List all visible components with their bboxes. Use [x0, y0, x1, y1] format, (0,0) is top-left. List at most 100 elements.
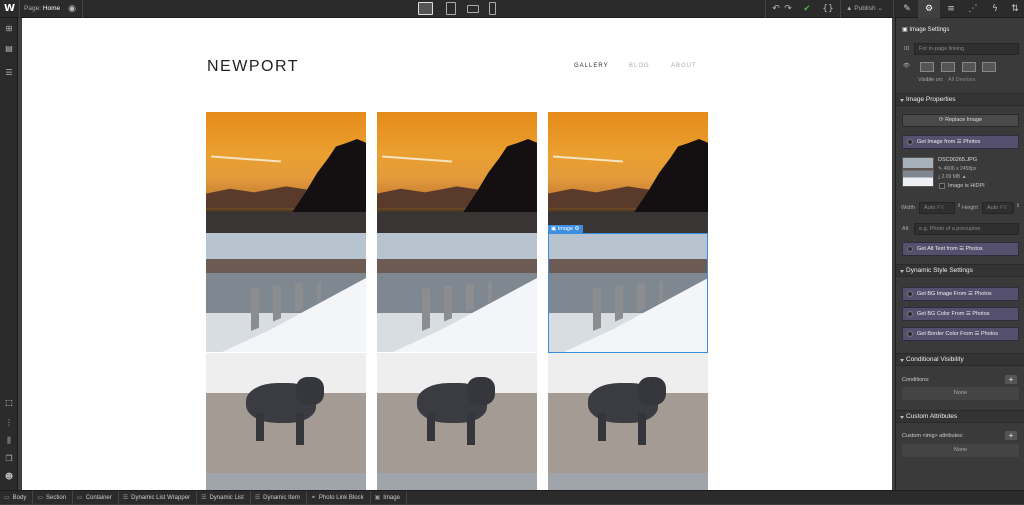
breadcrumb-label: Photo Link Block	[318, 495, 364, 501]
section-conditional-visibility[interactable]: Conditional Visibility	[896, 353, 1024, 366]
get-bg-image-button[interactable]: Get BG Image From ☰ Photos	[902, 287, 1019, 301]
breadcrumb-dynamic-list[interactable]: ☰ Dynamic List	[197, 491, 251, 504]
section-dynamic-style[interactable]: Dynamic Style Settings	[896, 264, 1024, 277]
width-label: Width	[901, 205, 916, 211]
visible-desktop-toggle[interactable]	[920, 62, 934, 72]
breadcrumb-image[interactable]: ▣ Image	[371, 491, 407, 504]
image-icon: ▣	[374, 494, 381, 501]
visible-on-value: All Devices	[948, 77, 976, 83]
replace-image-button[interactable]: ⟳ Replace Image	[902, 114, 1019, 127]
photo-snowy-shore[interactable]	[377, 233, 537, 352]
design-canvas[interactable]: NEWPORT GALLERY BLOG ABOUT ▣ Image ⚙	[22, 18, 892, 490]
tablet-breakpoint-button[interactable]	[446, 2, 456, 15]
visible-mobile-landscape-toggle[interactable]	[962, 62, 976, 72]
panel-title: ▣ Image Settings	[902, 27, 950, 33]
breadcrumb-dynamic-item[interactable]: ☰ Dynamic Item	[251, 491, 307, 504]
source-name: Photos	[974, 291, 992, 297]
source-name: Photos	[963, 139, 981, 145]
source-dot-icon	[907, 331, 913, 337]
saved-status-icon: ✔	[803, 4, 811, 14]
photo-sunset[interactable]	[206, 112, 366, 233]
settings-panel: ▣ Image Settings ID For in-page linking …	[895, 18, 1024, 490]
visible-mobile-portrait-toggle[interactable]	[982, 62, 996, 72]
conditions-label: Conditions:	[902, 377, 930, 383]
lightning-tab-icon[interactable]: ϟ	[984, 0, 1006, 18]
mobile-landscape-breakpoint-button[interactable]	[467, 5, 479, 13]
link-icon: ⚭	[310, 494, 316, 501]
visibility-eye-icon: 👁	[903, 63, 910, 69]
breadcrumb-body[interactable]: ▭ Body	[0, 491, 34, 504]
add-element-icon[interactable]: ⊞	[4, 24, 14, 34]
get-alt-text-from-button[interactable]: Get Alt Text from ☰ Photos	[902, 242, 1019, 256]
undo-icon[interactable]: ↶	[770, 3, 782, 15]
photo-dog[interactable]	[377, 353, 537, 473]
replace-image-label: Replace Image	[945, 117, 983, 123]
cms-tab-icon[interactable]: ⇅	[1004, 0, 1024, 18]
mobile-portrait-breakpoint-button[interactable]	[489, 2, 496, 15]
preview-eye-icon[interactable]: ◉	[66, 3, 78, 15]
page-prefix: Page:	[24, 5, 41, 12]
interactions-tab-icon[interactable]: ⋰	[962, 0, 984, 18]
redo-icon[interactable]: ↷	[782, 3, 794, 15]
photo-sunset[interactable]	[548, 112, 708, 233]
breadcrumb-label: Container	[85, 495, 112, 501]
navigator-icon[interactable]: ⋮	[4, 418, 14, 428]
nav-link-about[interactable]: ABOUT	[671, 63, 697, 69]
add-condition-button[interactable]: +	[1005, 375, 1017, 384]
photo-partial[interactable]	[377, 473, 537, 490]
photo-snowy-shore[interactable]	[206, 233, 366, 352]
selector-tool-icon[interactable]: ⬚	[4, 398, 14, 408]
nav-link-gallery[interactable]: GALLERY	[574, 63, 609, 69]
grid-icon[interactable]: ⫼	[4, 436, 14, 446]
get-image-from-button[interactable]: Get Image from ☰ Photos	[902, 135, 1019, 149]
symbols-icon[interactable]: ❐	[4, 454, 14, 464]
add-attribute-button[interactable]: +	[1005, 431, 1017, 440]
cms-database-icon[interactable]: ☰	[4, 68, 14, 78]
height-input[interactable]: Auto PX	[982, 202, 1014, 214]
pages-icon[interactable]: ▤	[4, 44, 14, 54]
page-selector[interactable]: Page: Home	[24, 5, 60, 12]
photo-sunset[interactable]	[377, 112, 537, 233]
style-brush-tab-icon[interactable]: ✎	[896, 0, 918, 18]
get-bg-color-label: Get BG Color From	[917, 311, 965, 317]
breadcrumb-dynamic-list-wrapper[interactable]: ☰ Dynamic List Wrapper	[119, 491, 198, 504]
selection-outline	[548, 233, 708, 353]
webflow-logo[interactable]: W	[4, 3, 16, 15]
publish-button[interactable]: ▲ Publish ⌄	[846, 4, 883, 12]
selected-element-tag[interactable]: ▣ Image ⚙	[548, 225, 583, 233]
nav-link-blog[interactable]: BLOG	[629, 63, 650, 69]
section-image-properties[interactable]: Image Properties	[896, 93, 1024, 106]
section-icon: ▭	[37, 494, 44, 501]
users-icon[interactable]: ☻	[4, 472, 14, 482]
image-thumbnail[interactable]	[902, 157, 934, 187]
width-stepper-icon[interactable]: ⇕	[957, 203, 961, 209]
photo-dog[interactable]	[548, 353, 708, 473]
hidpi-checkbox[interactable]	[939, 183, 945, 189]
alt-input[interactable]: e.g. Photo of a porcupine	[914, 223, 1019, 235]
section-custom-attributes[interactable]: Custom Attributes	[896, 410, 1024, 423]
get-bg-color-button[interactable]: Get BG Color From ☰ Photos	[902, 307, 1019, 321]
photo-partial[interactable]	[548, 473, 708, 490]
divider	[765, 0, 766, 18]
forest-hill	[462, 139, 537, 214]
breadcrumb-section[interactable]: ▭ Section	[33, 491, 74, 504]
code-icon[interactable]: {}	[822, 3, 834, 15]
container-icon: ▭	[77, 494, 83, 501]
id-input[interactable]: For in-page linking	[914, 43, 1019, 55]
settings-gear-tab-icon[interactable]: ⚙	[918, 0, 940, 18]
site-brand[interactable]: NEWPORT	[207, 58, 299, 76]
get-border-color-button[interactable]: Get Border Color From ☰ Photos	[902, 327, 1019, 341]
width-input[interactable]: Auto PX	[919, 202, 955, 214]
divider	[840, 0, 841, 18]
height-stepper-icon[interactable]: ⇕	[1016, 203, 1020, 209]
breadcrumb-photo-link-block[interactable]: ⚭ Photo Link Block	[307, 491, 371, 504]
desktop-breakpoint-button[interactable]	[418, 2, 433, 15]
photo-dog[interactable]	[206, 353, 366, 473]
attributes-none: None	[902, 444, 1019, 457]
breadcrumb-container[interactable]: ▭ Container	[73, 491, 119, 504]
photo-partial[interactable]	[206, 473, 366, 490]
visible-tablet-toggle[interactable]	[941, 62, 955, 72]
navigator-tab-icon[interactable]: ≡	[940, 0, 962, 18]
panel-title-text: Image Settings	[909, 27, 950, 33]
dynamic-item-icon: ☰	[254, 494, 261, 501]
